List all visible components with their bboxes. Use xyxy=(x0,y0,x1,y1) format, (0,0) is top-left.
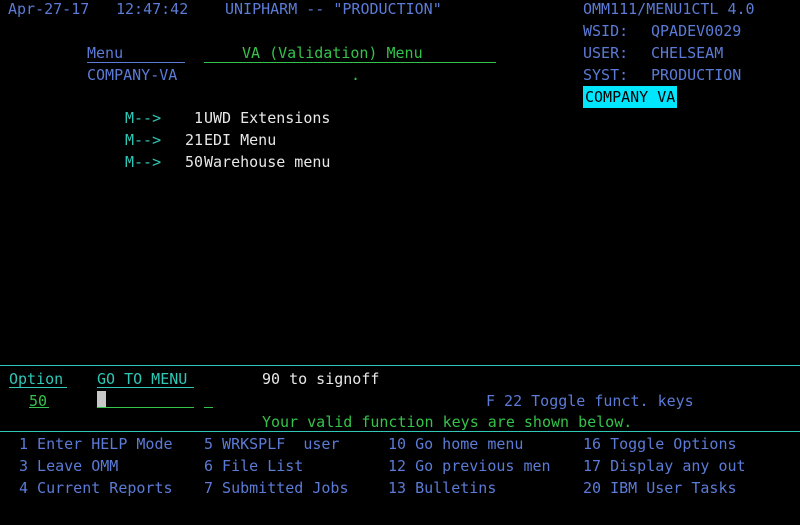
fkey-6[interactable]: 6 File List xyxy=(204,455,303,477)
menu-item-number: 21 xyxy=(185,131,204,149)
fkey-16[interactable]: 16 Toggle Options xyxy=(583,433,737,455)
header-program: OMM111/MENU1CTL 4.0 xyxy=(583,0,755,18)
fkey-4[interactable]: 4 Current Reports xyxy=(19,477,173,499)
fkey-7[interactable]: 7 Submitted Jobs xyxy=(204,477,349,499)
top-separator xyxy=(0,365,800,366)
menu-item-label: EDI Menu xyxy=(204,131,277,149)
fkey-12[interactable]: 12 Go previous men xyxy=(388,455,551,477)
user-label: USER: xyxy=(583,44,629,62)
syst-label: SYST: xyxy=(583,66,629,84)
syst-value: PRODUCTION xyxy=(651,66,742,84)
toggle-keys-hint: F 22 Toggle funct. keys xyxy=(486,392,694,410)
menu-name: COMPANY-VA xyxy=(87,66,178,84)
company-badge: COMPANY VA xyxy=(583,86,678,108)
menu-title-dot: . xyxy=(351,66,361,84)
fkey-20[interactable]: 20 IBM User Tasks xyxy=(583,477,737,499)
option-value: 50 xyxy=(29,392,48,410)
wsid-value: QPADEV0029 xyxy=(651,22,742,40)
wsid-label: WSID: xyxy=(583,22,629,40)
menu-title: VA (Validation) Menu xyxy=(242,44,423,62)
header-time: 12:47:42 xyxy=(116,0,189,18)
menu-item-label: Warehouse menu xyxy=(204,153,331,171)
fkey-1[interactable]: 1 Enter HELP Mode xyxy=(19,433,173,455)
goto-menu-input-tail[interactable] xyxy=(204,407,213,408)
signoff-hint: 90 to signoff xyxy=(262,370,380,388)
option-value-underline xyxy=(29,407,49,408)
fkey-5[interactable]: 5 WRKSPLF user xyxy=(204,433,339,455)
menu-label-underline xyxy=(87,62,185,63)
fkey-13[interactable]: 13 Bulletins xyxy=(388,477,496,499)
menu-item-label: UWD Extensions xyxy=(204,109,331,127)
fkey-17[interactable]: 17 Display any out xyxy=(583,455,746,477)
fkey-3[interactable]: 3 Leave OMM xyxy=(19,455,118,477)
menu-label: Menu xyxy=(87,44,124,62)
header-date: Apr-27-17 xyxy=(8,0,90,18)
menu-item-number: 1 xyxy=(193,109,203,127)
menu-item-arrow: M--> xyxy=(125,109,162,127)
menu-item-number: 50 xyxy=(185,153,204,171)
menu-item-arrow: M--> xyxy=(125,153,162,171)
header-system: UNIPHARM -- "PRODUCTION" xyxy=(225,0,442,18)
goto-label-underline xyxy=(97,387,194,388)
option-label-underline xyxy=(9,387,67,388)
goto-menu-input[interactable] xyxy=(97,407,194,408)
menu-item-arrow: M--> xyxy=(125,131,162,149)
text-cursor xyxy=(97,391,106,407)
valid-keys-message: Your valid function keys are shown below… xyxy=(262,413,633,431)
menu-title-underline xyxy=(204,62,496,63)
fkey-10[interactable]: 10 Go home menu xyxy=(388,433,523,455)
user-value: CHELSEAM xyxy=(651,44,724,62)
